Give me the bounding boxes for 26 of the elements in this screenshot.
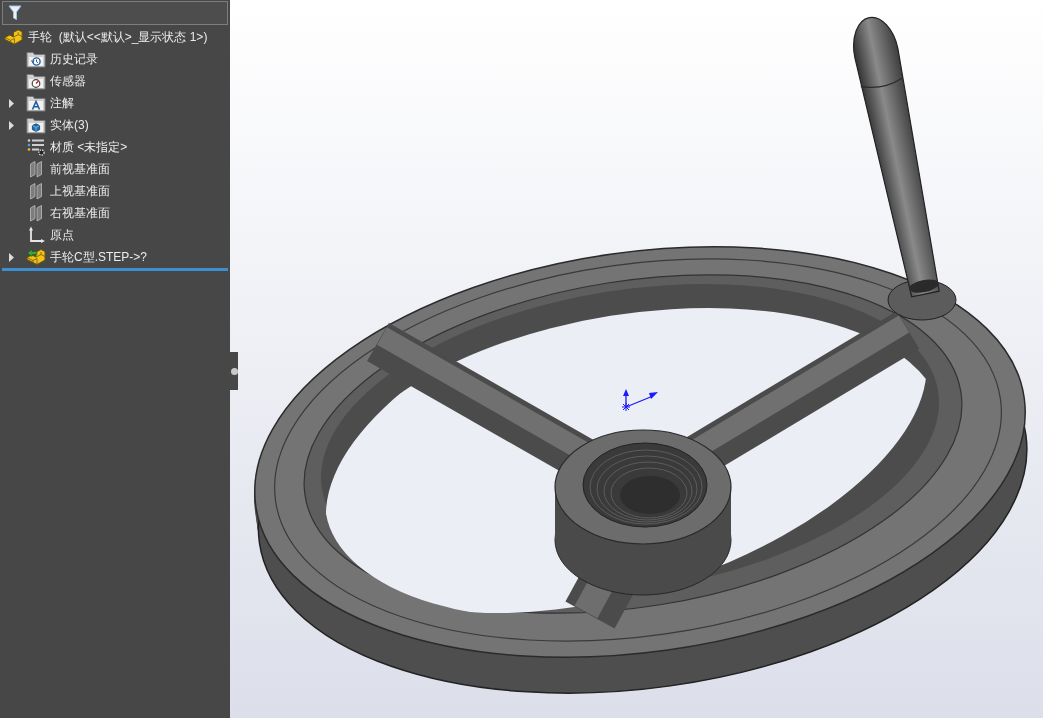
block-icon bbox=[4, 28, 23, 46]
tree-item[interactable]: 原点 bbox=[49, 227, 75, 243]
panel-collapse-handle[interactable] bbox=[230, 352, 238, 390]
tree-item[interactable]: 前视基准面 bbox=[49, 161, 111, 177]
folder-letter-icon bbox=[26, 94, 46, 112]
tree-item[interactable]: 材质 <未指定> bbox=[49, 139, 129, 155]
expand-arrow-icon[interactable] bbox=[9, 252, 14, 262]
tree-item[interactable]: 右视基准面 bbox=[49, 205, 111, 221]
axes-icon bbox=[26, 226, 46, 244]
tree-item[interactable]: 历史记录 bbox=[49, 51, 99, 67]
dot-icon bbox=[230, 367, 238, 375]
expand-arrow-icon[interactable] bbox=[9, 120, 14, 130]
filter-icon bbox=[8, 5, 22, 21]
list-gear-icon bbox=[26, 138, 46, 156]
tree-item[interactable]: 注解 bbox=[49, 95, 75, 111]
tree-item[interactable]: 实体(3) bbox=[49, 117, 90, 133]
tree-item[interactable]: 手轮 (默认<<默认>_显示状态 1>) bbox=[27, 29, 209, 45]
expand-arrow-icon[interactable] bbox=[9, 98, 14, 108]
tree-item[interactable]: 上视基准面 bbox=[49, 183, 111, 199]
folder-clock-icon bbox=[26, 50, 46, 68]
folder-cube-icon bbox=[26, 116, 46, 134]
filter-field[interactable] bbox=[2, 1, 228, 25]
block-arrow-icon bbox=[26, 248, 46, 266]
tree-item[interactable]: 传感器 bbox=[49, 73, 87, 89]
folder-gauge-icon bbox=[26, 72, 46, 90]
tree-item[interactable]: 手轮C型.STEP->? bbox=[49, 249, 149, 265]
